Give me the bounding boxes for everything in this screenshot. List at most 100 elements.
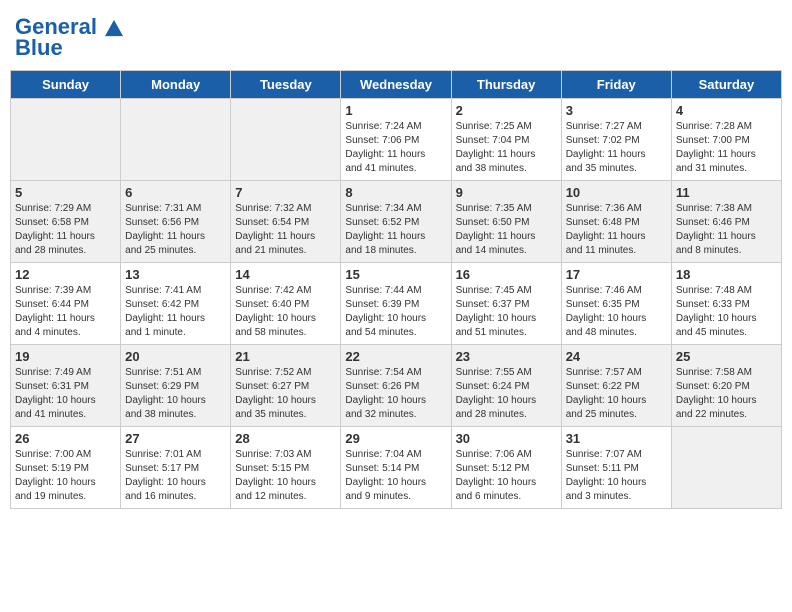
day-info: Sunrise: 7:34 AM Sunset: 6:52 PM Dayligh… [345,202,446,258]
day-number: 15 [345,267,446,282]
day-info: Sunrise: 7:03 AM Sunset: 5:15 PM Dayligh… [235,448,336,504]
calendar-cell: 15 Sunrise: 7:44 AM Sunset: 6:39 PM Dayli… [341,263,451,345]
day-info: Sunrise: 7:52 AM Sunset: 6:27 PM Dayligh… [235,366,336,422]
day-info: Sunrise: 7:25 AM Sunset: 7:04 PM Dayligh… [456,120,557,176]
day-number: 8 [345,185,446,200]
day-number: 28 [235,431,336,446]
day-info: Sunrise: 7:49 AM Sunset: 6:31 PM Dayligh… [15,366,116,422]
day-number: 30 [456,431,557,446]
calendar-cell [121,99,231,181]
calendar-cell: 2 Sunrise: 7:25 AM Sunset: 7:04 PM Daylig… [451,99,561,181]
day-info: Sunrise: 7:07 AM Sunset: 5:11 PM Dayligh… [566,448,667,504]
calendar-week-1: 1 Sunrise: 7:24 AM Sunset: 7:06 PM Daylig… [11,99,782,181]
calendar-cell: 14Sunrise: 7:42 AM Sunset: 6:40 PM Dayli… [231,263,341,345]
day-number: 13 [125,267,226,282]
calendar-cell: 25Sunrise: 7:58 AM Sunset: 6:20 PM Dayli… [671,345,781,427]
day-number: 31 [566,431,667,446]
day-info: Sunrise: 7:31 AM Sunset: 6:56 PM Dayligh… [125,202,226,258]
calendar-cell [671,427,781,509]
day-info: Sunrise: 7:38 AM Sunset: 6:46 PM Dayligh… [676,202,777,258]
day-info: Sunrise: 7:27 AM Sunset: 7:02 PM Dayligh… [566,120,667,176]
calendar-cell: 16Sunrise: 7:45 AM Sunset: 6:37 PM Dayli… [451,263,561,345]
calendar-cell [11,99,121,181]
day-number: 1 [345,103,446,118]
day-info: Sunrise: 7:39 AM Sunset: 6:44 PM Dayligh… [15,284,116,340]
calendar-cell [231,99,341,181]
day-info: Sunrise: 7:55 AM Sunset: 6:24 PM Dayligh… [456,366,557,422]
calendar-header-thursday: Thursday [451,71,561,99]
calendar-cell: 26Sunrise: 7:00 AM Sunset: 5:19 PM Dayli… [11,427,121,509]
day-number: 2 [456,103,557,118]
logo: General Blue [15,15,123,61]
day-number: 12 [15,267,116,282]
calendar-header-wednesday: Wednesday [341,71,451,99]
day-number: 18 [676,267,777,282]
day-number: 6 [125,185,226,200]
calendar-cell: 5 Sunrise: 7:29 AM Sunset: 6:58 PM Daylig… [11,181,121,263]
page-header: General Blue [10,10,782,66]
day-number: 23 [456,349,557,364]
day-info: Sunrise: 7:24 AM Sunset: 7:06 PM Dayligh… [345,120,446,176]
calendar-cell: 6 Sunrise: 7:31 AM Sunset: 6:56 PM Daylig… [121,181,231,263]
calendar-cell: 13 Sunrise: 7:41 AM Sunset: 6:42 PM Dayli… [121,263,231,345]
calendar-cell: 20 Sunrise: 7:51 AM Sunset: 6:29 PM Dayli… [121,345,231,427]
calendar-cell: 9 Sunrise: 7:35 AM Sunset: 6:50 PM Daylig… [451,181,561,263]
day-number: 20 [125,349,226,364]
day-info: Sunrise: 7:57 AM Sunset: 6:22 PM Dayligh… [566,366,667,422]
day-info: Sunrise: 7:51 AM Sunset: 6:29 PM Dayligh… [125,366,226,422]
day-info: Sunrise: 7:01 AM Sunset: 5:17 PM Dayligh… [125,448,226,504]
calendar-week-5: 26Sunrise: 7:00 AM Sunset: 5:19 PM Dayli… [11,427,782,509]
calendar-cell: 10 Sunrise: 7:36 AM Sunset: 6:48 PM Dayli… [561,181,671,263]
day-info: Sunrise: 7:29 AM Sunset: 6:58 PM Dayligh… [15,202,116,258]
calendar-cell: 18 Sunrise: 7:48 AM Sunset: 6:33 PM Dayli… [671,263,781,345]
day-number: 4 [676,103,777,118]
day-number: 27 [125,431,226,446]
day-number: 19 [15,349,116,364]
calendar-cell: 27 Sunrise: 7:01 AM Sunset: 5:17 PM Dayli… [121,427,231,509]
day-number: 24 [566,349,667,364]
calendar-header-monday: Monday [121,71,231,99]
day-info: Sunrise: 7:06 AM Sunset: 5:12 PM Dayligh… [456,448,557,504]
day-number: 3 [566,103,667,118]
day-info: Sunrise: 7:28 AM Sunset: 7:00 PM Dayligh… [676,120,777,176]
day-info: Sunrise: 7:46 AM Sunset: 6:35 PM Dayligh… [566,284,667,340]
calendar-cell: 1 Sunrise: 7:24 AM Sunset: 7:06 PM Daylig… [341,99,451,181]
calendar-cell: 17 Sunrise: 7:46 AM Sunset: 6:35 PM Dayli… [561,263,671,345]
calendar-cell: 11Sunrise: 7:38 AM Sunset: 6:46 PM Dayli… [671,181,781,263]
calendar-header-row: SundayMondayTuesdayWednesdayThursdayFrid… [11,71,782,99]
calendar-cell: 4 Sunrise: 7:28 AM Sunset: 7:00 PM Daylig… [671,99,781,181]
day-info: Sunrise: 7:48 AM Sunset: 6:33 PM Dayligh… [676,284,777,340]
day-number: 29 [345,431,446,446]
day-number: 9 [456,185,557,200]
day-info: Sunrise: 7:35 AM Sunset: 6:50 PM Dayligh… [456,202,557,258]
calendar-header-saturday: Saturday [671,71,781,99]
day-number: 10 [566,185,667,200]
day-info: Sunrise: 7:44 AM Sunset: 6:39 PM Dayligh… [345,284,446,340]
calendar-cell: 29 Sunrise: 7:04 AM Sunset: 5:14 PM Dayli… [341,427,451,509]
day-number: 14 [235,267,336,282]
calendar-cell: 19 Sunrise: 7:49 AM Sunset: 6:31 PM Dayli… [11,345,121,427]
day-number: 25 [676,349,777,364]
calendar-cell: 21 Sunrise: 7:52 AM Sunset: 6:27 PM Dayli… [231,345,341,427]
calendar-week-2: 5 Sunrise: 7:29 AM Sunset: 6:58 PM Daylig… [11,181,782,263]
calendar-header-sunday: Sunday [11,71,121,99]
calendar-cell: 8 Sunrise: 7:34 AM Sunset: 6:52 PM Daylig… [341,181,451,263]
calendar-cell: 22Sunrise: 7:54 AM Sunset: 6:26 PM Dayli… [341,345,451,427]
calendar-cell: 23 Sunrise: 7:55 AM Sunset: 6:24 PM Dayli… [451,345,561,427]
day-info: Sunrise: 7:04 AM Sunset: 5:14 PM Dayligh… [345,448,446,504]
calendar-cell: 31 Sunrise: 7:07 AM Sunset: 5:11 PM Dayli… [561,427,671,509]
calendar-cell: 12 Sunrise: 7:39 AM Sunset: 6:44 PM Dayli… [11,263,121,345]
day-info: Sunrise: 7:32 AM Sunset: 6:54 PM Dayligh… [235,202,336,258]
day-info: Sunrise: 7:00 AM Sunset: 5:19 PM Dayligh… [15,448,116,504]
calendar-header-tuesday: Tuesday [231,71,341,99]
day-info: Sunrise: 7:41 AM Sunset: 6:42 PM Dayligh… [125,284,226,340]
day-number: 21 [235,349,336,364]
day-info: Sunrise: 7:36 AM Sunset: 6:48 PM Dayligh… [566,202,667,258]
day-info: Sunrise: 7:45 AM Sunset: 6:37 PM Dayligh… [456,284,557,340]
calendar-cell: 28 Sunrise: 7:03 AM Sunset: 5:15 PM Dayli… [231,427,341,509]
calendar-week-3: 12 Sunrise: 7:39 AM Sunset: 6:44 PM Dayli… [11,263,782,345]
day-number: 17 [566,267,667,282]
day-number: 22 [345,349,446,364]
calendar-header-friday: Friday [561,71,671,99]
day-number: 5 [15,185,116,200]
